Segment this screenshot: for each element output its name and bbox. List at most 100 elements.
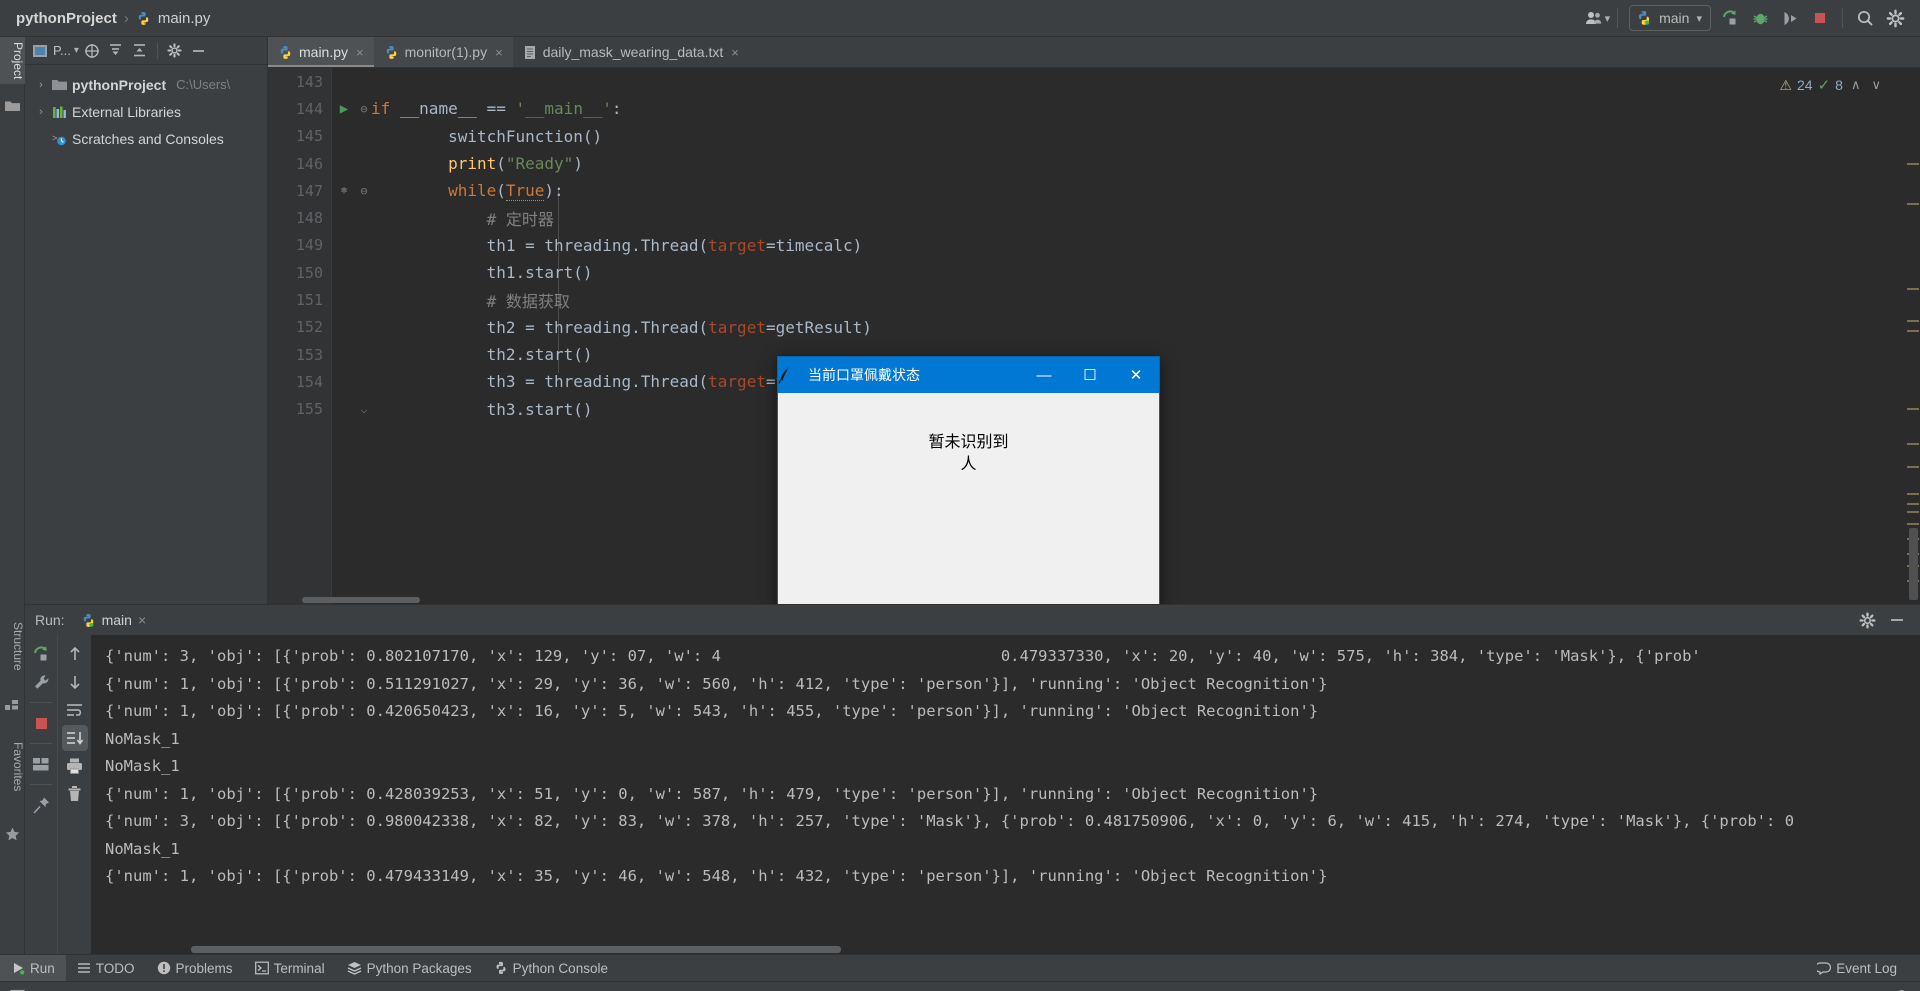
project-view-icon[interactable] <box>29 40 51 62</box>
editor-scrollbar-thumb[interactable] <box>1909 528 1918 600</box>
chevron-down-icon[interactable]: ▾ <box>74 45 79 56</box>
run-with-coverage-button[interactable] <box>1775 3 1805 33</box>
breadcrumb-project[interactable]: pythonProject <box>16 10 117 27</box>
code-fold-toggle[interactable]: ⊖ <box>357 102 371 116</box>
hide-icon[interactable] <box>1884 607 1910 633</box>
bottom-tab-python-console[interactable]: Python Console <box>483 955 619 981</box>
bottom-tab-problems[interactable]: Problems <box>146 955 244 981</box>
close-icon[interactable]: × <box>138 612 146 628</box>
warning-marker[interactable] <box>1907 203 1919 205</box>
code-line[interactable]: 145 switchFunction() <box>268 123 1920 150</box>
tree-item-pythonproject[interactable]: › pythonProject C:\Users\ <box>25 71 267 98</box>
warning-marker[interactable] <box>1907 466 1919 468</box>
inspection-widget[interactable]: ⚠ 24 ✓ 8 ∧ ∨ <box>1779 76 1884 95</box>
bottom-tab-label: TODO <box>95 960 135 976</box>
sidebar-item-favorites[interactable]: Favorites <box>0 737 25 796</box>
dialog-close-button[interactable]: ✕ <box>1113 357 1159 393</box>
bottom-tab-todo[interactable]: TODO <box>66 955 146 981</box>
warning-marker[interactable] <box>1907 320 1919 322</box>
tree-item-scratches-and-consoles[interactable]: > Scratches and Consoles <box>25 125 267 152</box>
warning-marker[interactable] <box>1907 288 1919 290</box>
tab-label: main.py <box>299 44 349 60</box>
chevron-down-icon[interactable]: ▾ <box>1605 12 1611 25</box>
code-line[interactable]: 148 # 定时器 <box>268 204 1920 231</box>
tab-monitor-1-py[interactable]: monitor(1).py × <box>373 37 513 67</box>
code-fold-toggle[interactable]: ⌵ <box>357 402 371 416</box>
code-line[interactable]: 150 th1.start() <box>268 259 1920 286</box>
console-output[interactable]: {'num': 1, 'obj': [{'prob': 0.479433149,… <box>91 635 1920 954</box>
scroll-to-end-icon[interactable] <box>61 725 88 751</box>
chevron-down-icon[interactable]: ▾ <box>1696 12 1702 25</box>
stop-button[interactable] <box>1805 3 1835 33</box>
code-line[interactable]: 151 # 数据获取 <box>268 286 1920 313</box>
breadcrumb-file[interactable]: main.py <box>158 10 211 27</box>
collapse-all-icon[interactable] <box>129 40 151 62</box>
warning-marker[interactable] <box>1907 511 1919 513</box>
target-icon[interactable] <box>81 40 103 62</box>
close-icon[interactable]: × <box>356 45 364 60</box>
dialog-title-bar[interactable]: 当前口罩佩戴状态 — ☐ ✕ <box>778 357 1159 393</box>
prev-problem-icon[interactable]: ∧ <box>1848 77 1864 93</box>
debug-button[interactable] <box>1745 3 1775 33</box>
gear-icon[interactable] <box>1880 3 1910 33</box>
code-line[interactable]: 143 <box>268 68 1920 95</box>
edit-configurations-button[interactable] <box>28 669 54 695</box>
gear-icon[interactable] <box>164 40 186 62</box>
dialog-maximize-button[interactable]: ☐ <box>1067 357 1113 393</box>
code-line[interactable]: 152 th2 = threading.Thread(target=getRes… <box>268 314 1920 341</box>
gear-icon[interactable] <box>1854 607 1880 633</box>
tree-item-external-libraries[interactable]: › External Libraries <box>25 98 267 125</box>
warning-marker[interactable] <box>1907 330 1919 332</box>
editor-marker-bar[interactable] <box>1906 68 1920 604</box>
close-icon[interactable]: × <box>495 45 503 60</box>
bottom-tab-terminal[interactable]: Terminal <box>244 955 336 981</box>
sidebar-item-structure[interactable]: Structure <box>0 617 25 676</box>
code-line[interactable]: 147 ⎈ ⊖ while(True): <box>268 177 1920 204</box>
warning-marker[interactable] <box>1907 443 1919 445</box>
warning-marker[interactable] <box>1907 523 1919 525</box>
arrow-up-icon[interactable] <box>62 641 88 667</box>
code-fold-toggle[interactable]: ⊖ <box>357 184 371 198</box>
bottom-tab-run[interactable]: Run <box>0 955 66 981</box>
code-line[interactable]: 149 th1 = threading.Thread(target=timeca… <box>268 232 1920 259</box>
soft-wrap-icon[interactable] <box>62 697 88 723</box>
next-problem-icon[interactable]: ∨ <box>1868 77 1884 93</box>
bottom-tab-python-packages[interactable]: Python Packages <box>336 955 483 981</box>
run-configuration-selector[interactable]: main ▾ <box>1629 5 1711 31</box>
stop-button[interactable] <box>28 710 54 736</box>
structure-icon[interactable] <box>5 699 20 714</box>
hide-icon[interactable] <box>188 40 210 62</box>
search-icon[interactable] <box>1850 3 1880 33</box>
trash-icon[interactable] <box>62 781 88 807</box>
warning-marker[interactable] <box>1907 408 1919 410</box>
printer-icon[interactable] <box>62 753 88 779</box>
chevron-right-icon[interactable]: › <box>35 79 47 91</box>
close-icon[interactable]: × <box>731 45 739 60</box>
code-line[interactable]: 144 ▶ ⊖ if __name__ == '__main__': <box>268 95 1920 122</box>
console-line: {'num': 1, 'obj': [{'prob': 0.479433149,… <box>105 867 1328 885</box>
dialog-minimize-button[interactable]: — <box>1021 357 1067 393</box>
folder-icon[interactable] <box>5 99 20 114</box>
pin-button[interactable] <box>28 792 54 818</box>
project-view-label[interactable]: P... <box>53 43 71 58</box>
warning-marker[interactable] <box>1907 503 1919 505</box>
code-line[interactable]: 146 print("Ready") <box>268 150 1920 177</box>
console-horizontal-scrollbar[interactable] <box>91 944 1920 954</box>
tab-daily-mask-wearing-data-txt[interactable]: daily_mask_wearing_data.txt × <box>513 37 749 67</box>
sidebar-item-project[interactable]: Project <box>0 37 25 85</box>
tab-main-py[interactable]: main.py × <box>268 37 374 67</box>
layout-button[interactable] <box>28 751 54 777</box>
warning-marker[interactable] <box>1907 493 1919 495</box>
arrow-down-icon[interactable] <box>62 669 88 695</box>
expand-all-icon[interactable] <box>105 40 127 62</box>
warning-marker[interactable] <box>1907 163 1919 165</box>
star-icon[interactable] <box>5 827 20 842</box>
run-button[interactable] <box>1715 3 1745 33</box>
run-tab-main[interactable]: main × <box>73 610 155 630</box>
scrollbar-thumb[interactable] <box>191 946 841 953</box>
rerun-button[interactable] <box>28 641 54 667</box>
run-line-gutter-icon[interactable]: ▶ <box>331 101 357 117</box>
event-log-button[interactable]: Event Log <box>1806 961 1908 976</box>
scrollbar-thumb[interactable] <box>302 597 420 603</box>
chevron-right-icon[interactable]: › <box>35 106 47 118</box>
